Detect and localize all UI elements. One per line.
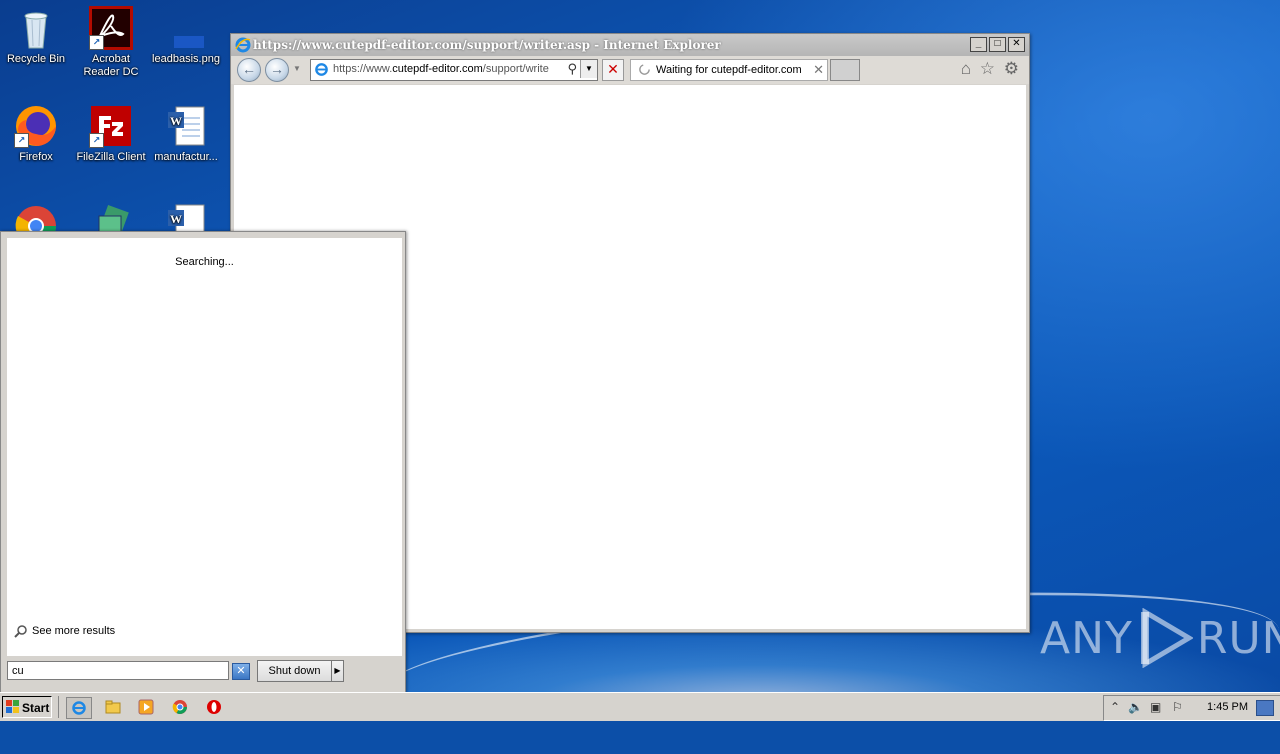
- new-tab-button[interactable]: [830, 59, 860, 81]
- stop-button[interactable]: ✕: [602, 59, 624, 81]
- start-menu: Searching... See more results cu ✕ Shut …: [0, 231, 406, 693]
- shutdown-options-arrow-icon[interactable]: ▶: [331, 660, 344, 682]
- show-desktop-icon[interactable]: [1256, 700, 1274, 716]
- desktop-icon-acrobat[interactable]: ↗ Acrobat Reader DC: [75, 6, 147, 79]
- taskbar-divider: [58, 696, 59, 718]
- settings-gear-icon[interactable]: ⚙: [1004, 59, 1019, 79]
- desktop-icon-label: FileZilla Client: [76, 151, 146, 163]
- favorites-star-icon[interactable]: ☆: [980, 59, 995, 79]
- desktop-icon-label: leadbasis.png: [152, 53, 220, 65]
- chrome-icon: [172, 700, 187, 714]
- address-host: cutepdf-editor.com: [392, 63, 483, 75]
- address-dropdown-icon[interactable]: ▼: [580, 60, 597, 78]
- shortcut-arrow-icon: ↗: [89, 133, 104, 148]
- taskbar-clock[interactable]: 1:45 PM: [1207, 701, 1248, 713]
- desktop-icon-label: Recycle Bin: [6, 53, 66, 65]
- taskbar-ie-button[interactable]: [66, 697, 92, 719]
- internet-explorer-icon: [235, 37, 251, 53]
- home-icon[interactable]: ⌂: [961, 59, 971, 79]
- ie-title-bar[interactable]: https://www.cutepdf-editor.com/support/w…: [231, 34, 1029, 56]
- start-button[interactable]: Start: [2, 696, 52, 718]
- system-tray: ⌃ 🔈 ▣ ⚐ 1:45 PM: [1103, 695, 1280, 721]
- searching-status: Searching...: [175, 256, 234, 268]
- word-document-icon: W: [164, 104, 208, 148]
- desktop-icon-label: Firefox: [19, 151, 53, 163]
- desktop-icon-firefox[interactable]: ↗ Firefox: [0, 104, 72, 164]
- image-file-icon: [164, 6, 208, 50]
- start-search-input[interactable]: cu: [7, 661, 229, 680]
- folder-icon: [105, 700, 121, 714]
- address-path: /support/write: [482, 63, 549, 75]
- desktop-icon-word-doc[interactable]: W manufactur...: [150, 104, 222, 164]
- history-dropdown-icon[interactable]: ▼: [293, 64, 301, 73]
- desktop-icon-label: Acrobat Reader DC: [83, 53, 139, 78]
- loading-spinner-icon: [639, 64, 650, 75]
- tab-label: Waiting for cutepdf-editor.com: [656, 64, 802, 76]
- volume-icon[interactable]: 🔈: [1128, 700, 1143, 714]
- minimize-button[interactable]: _: [970, 37, 987, 52]
- taskbar-explorer-button[interactable]: [101, 697, 125, 717]
- network-icon[interactable]: ▣: [1150, 700, 1161, 714]
- search-results-pane: Searching... See more results: [7, 238, 402, 656]
- clear-search-icon[interactable]: ✕: [232, 663, 250, 680]
- desktop-icon-label: manufactur...: [154, 151, 218, 163]
- shortcut-arrow-icon: ↗: [89, 35, 104, 50]
- address-bar[interactable]: https://www.cutepdf-editor.com/support/w…: [310, 59, 598, 81]
- magnifier-icon: [14, 625, 27, 638]
- ie-toolbar: ← → ▼ https://www.cutepdf-editor.com/sup…: [231, 56, 1029, 84]
- taskbar-media-player-button[interactable]: [134, 697, 158, 717]
- maximize-button[interactable]: □: [989, 37, 1006, 52]
- desktop-icon-recycle-bin[interactable]: Recycle Bin: [0, 6, 72, 66]
- show-hidden-icons-icon[interactable]: ⌃: [1110, 700, 1120, 714]
- firefox-icon: ↗: [14, 104, 58, 148]
- svg-text:W: W: [170, 114, 182, 128]
- address-prefix: https://www.: [333, 63, 393, 75]
- watermark-right-text: RUN: [1196, 612, 1280, 664]
- ie-window-title: https://www.cutepdf-editor.com/support/w…: [253, 38, 721, 52]
- acrobat-reader-icon: ↗: [89, 6, 133, 50]
- desktop-icon-leadbasis[interactable]: leadbasis.png: [150, 6, 222, 66]
- svg-text:W: W: [170, 212, 182, 226]
- tab-close-icon[interactable]: ✕: [813, 62, 824, 78]
- action-center-flag-icon[interactable]: ⚐: [1172, 700, 1183, 714]
- shutdown-button[interactable]: Shut down: [257, 660, 332, 682]
- play-triangle-icon: [1140, 608, 1193, 668]
- see-more-label: See more results: [32, 625, 116, 637]
- taskbar-chrome-button[interactable]: [168, 697, 192, 717]
- desktop-icon-filezilla[interactable]: ↗ FileZilla Client: [75, 104, 147, 164]
- search-icon[interactable]: ⚲: [567, 61, 577, 77]
- windows-flag-icon: [6, 700, 19, 713]
- close-button[interactable]: ✕: [1008, 37, 1025, 52]
- filezilla-icon: ↗: [89, 104, 133, 148]
- watermark-left-text: ANY: [1040, 612, 1133, 664]
- media-player-icon: [138, 699, 154, 715]
- tab-cutepdf[interactable]: Waiting for cutepdf-editor.com ✕: [630, 59, 828, 81]
- recycle-bin-icon: [14, 6, 58, 50]
- shortcut-arrow-icon: ↗: [14, 133, 29, 148]
- start-label: Start: [22, 701, 50, 715]
- back-button[interactable]: ←: [237, 58, 261, 82]
- taskbar-opera-button[interactable]: [202, 697, 226, 717]
- see-more-results-link[interactable]: See more results: [14, 624, 115, 638]
- page-ie-icon: [315, 63, 328, 76]
- opera-icon: [207, 700, 221, 714]
- anyrun-watermark: ANY RUN: [1040, 608, 1280, 668]
- forward-button[interactable]: →: [265, 58, 289, 82]
- internet-explorer-icon: [72, 701, 86, 715]
- taskbar: Start ⌃ 🔈 ▣ ⚐ 1:45 PM: [0, 692, 1280, 721]
